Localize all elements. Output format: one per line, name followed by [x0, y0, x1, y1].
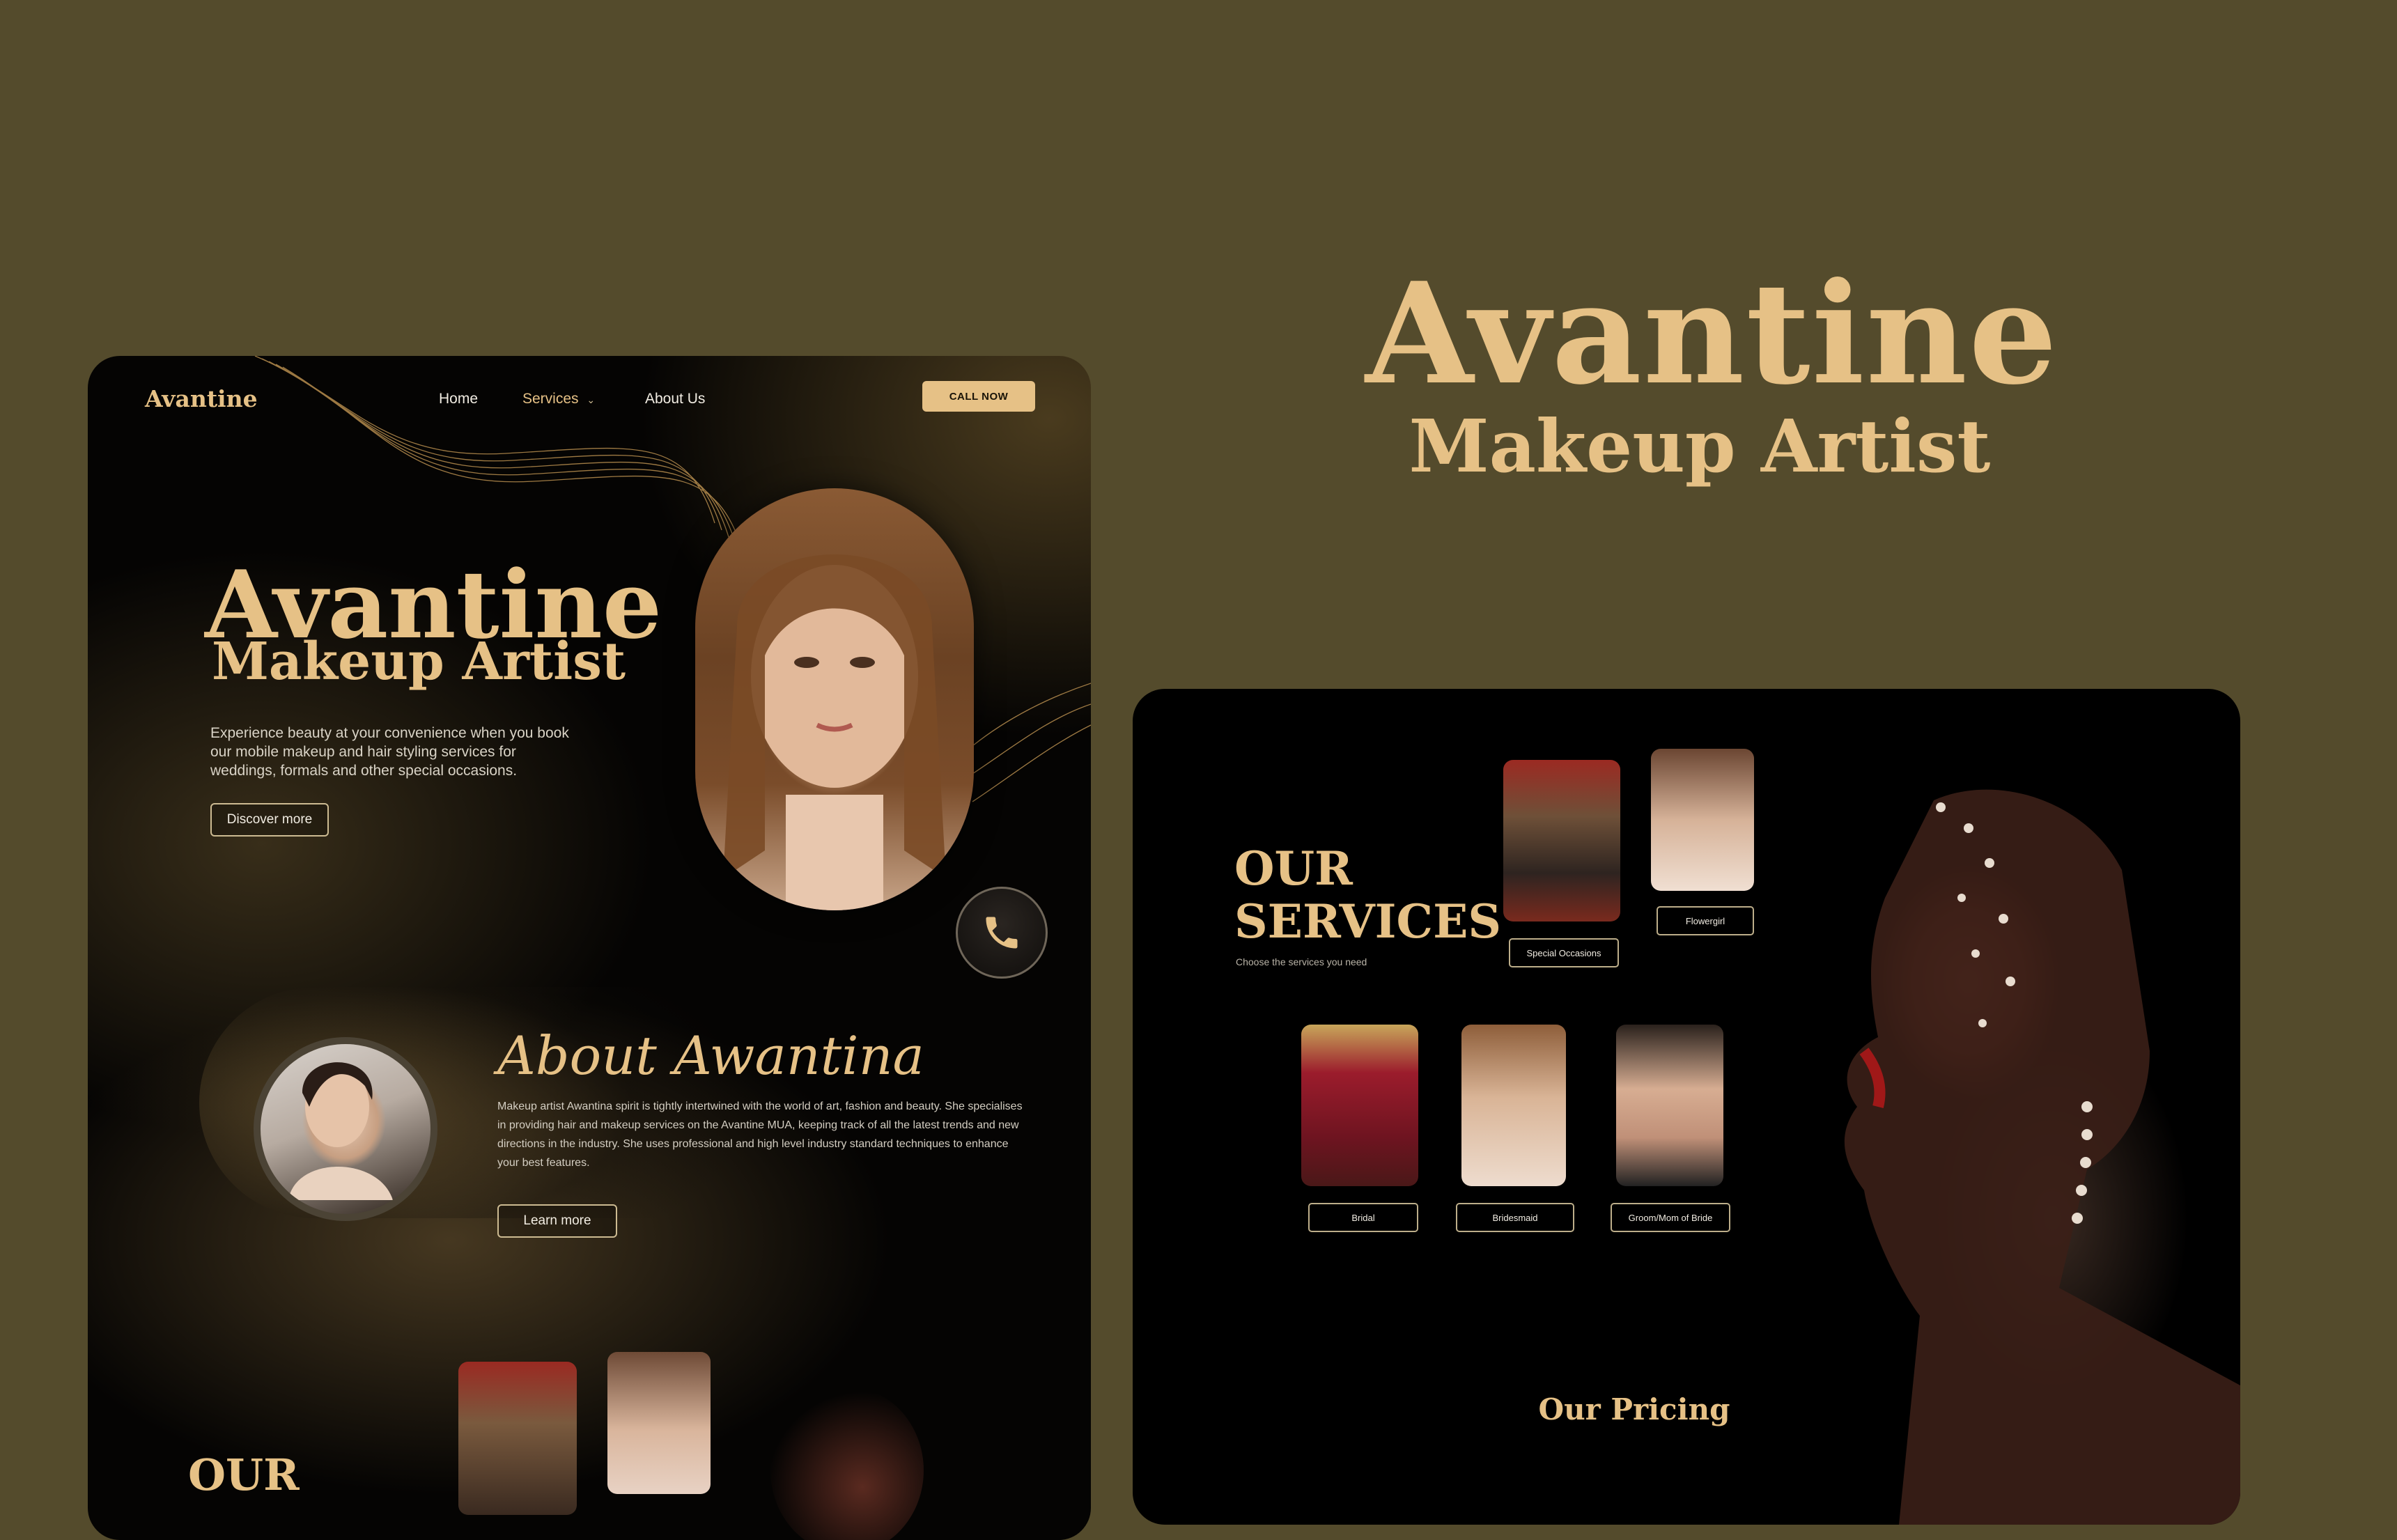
service-image-bridesmaid[interactable] [1461, 1025, 1566, 1186]
landing-description: Experience beauty at your convenience wh… [210, 725, 569, 779]
service-image-special-occasions[interactable] [1503, 760, 1620, 921]
service-button-groom-mom[interactable]: Groom/Mom of Bride [1611, 1203, 1730, 1232]
service-thumb-flowergirl [607, 1352, 711, 1494]
hero-portrait-image [695, 488, 974, 910]
service-thumb-special-occasions [458, 1362, 577, 1515]
hero-title-block: Avantine Makeup Artist [1365, 252, 2059, 489]
about-title: About Awantina [497, 1025, 924, 1087]
nav-logo[interactable]: Avantine [145, 385, 258, 412]
services-title-line2: SERVICES [1234, 894, 1502, 949]
services-title-line1: OUR [1234, 841, 1353, 896]
nav-about[interactable]: About Us [645, 391, 705, 407]
service-button-bridal[interactable]: Bridal [1308, 1203, 1418, 1232]
services-preview-title: OUR [188, 1449, 300, 1500]
service-button-flowergirl[interactable]: Flowergirl [1657, 906, 1754, 935]
service-image-groom-mom[interactable] [1616, 1025, 1723, 1186]
services-subtitle: Choose the services you need [1236, 956, 1367, 967]
services-title: OUR SERVICES [1234, 842, 1501, 948]
service-image-bridal[interactable] [1301, 1025, 1418, 1186]
learn-more-button[interactable]: Learn more [497, 1204, 617, 1238]
discover-more-button[interactable]: Discover more [210, 803, 329, 837]
nav-services[interactable]: Services ⌄ [522, 391, 595, 407]
call-now-button[interactable]: CALL NOW [922, 381, 1035, 412]
services-page-mockup: OUR SERVICES Choose the services you nee… [1133, 689, 2240, 1525]
about-description: Makeup artist Awantina spirit is tightly… [497, 1100, 1023, 1169]
hero-brand-subtitle: Makeup Artist [1409, 403, 1991, 489]
service-button-bridesmaid[interactable]: Bridesmaid [1456, 1203, 1574, 1232]
chevron-down-icon: ⌄ [587, 394, 596, 405]
phone-call-button[interactable] [956, 887, 1048, 979]
nav-services-label: Services [522, 391, 579, 407]
about-avatar-image [254, 1037, 437, 1221]
service-button-special-occasions[interactable]: Special Occasions [1509, 938, 1619, 967]
hero-brand-title: Avantine [1365, 252, 2059, 416]
nav-home[interactable]: Home [439, 391, 478, 407]
phone-icon [986, 917, 1018, 949]
service-image-flowergirl[interactable] [1651, 749, 1754, 891]
landing-page-mockup: Avantine Home Services ⌄ About Us CALL N… [88, 356, 1091, 1540]
landing-subtitle: Makeup Artist [212, 632, 626, 692]
pricing-title: Our Pricing [1538, 1392, 1730, 1426]
